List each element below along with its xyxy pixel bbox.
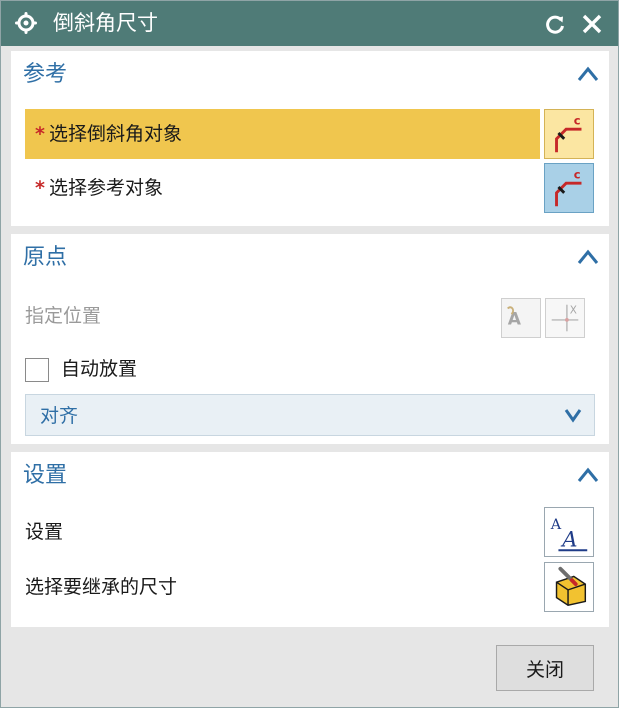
inherit-dimension-icon: [555, 566, 587, 607]
text-origin-button[interactable]: A: [501, 298, 541, 338]
close-icon[interactable]: [581, 13, 603, 35]
point-dialog-button[interactable]: X: [545, 298, 585, 338]
settings-section: 设置 设置 A A 选择要继承的尺寸: [11, 452, 609, 627]
point-dialog-icon: X: [551, 304, 579, 332]
alignment-value: 对齐: [40, 405, 79, 427]
svg-text:c: c: [574, 113, 581, 127]
inherit-dimension-button[interactable]: [544, 562, 594, 612]
chevron-up-icon[interactable]: [577, 466, 599, 484]
chevron-up-icon[interactable]: [577, 248, 599, 266]
chamfer-dimension-dialog: 倒斜角尺寸 参考 * 选择倒斜角对象 c * 选择参考对象 c 原点 指定位置 …: [0, 0, 619, 708]
dialog-title: 倒斜角尺寸: [53, 11, 158, 35]
settings-button[interactable]: A A: [544, 507, 594, 557]
required-marker: *: [35, 123, 45, 145]
select-chamfer-object-label: 选择倒斜角对象: [48, 123, 182, 145]
svg-text:A: A: [550, 517, 562, 533]
section-title-reference[interactable]: 参考: [23, 61, 67, 89]
reset-icon[interactable]: [544, 13, 566, 35]
svg-text:X: X: [570, 304, 577, 316]
select-chamfer-object-button[interactable]: c: [544, 109, 594, 159]
origin-section: 原点 指定位置 A X 自动放置 对齐: [11, 234, 609, 444]
svg-text:A: A: [560, 526, 577, 551]
auto-place-checkbox[interactable]: [25, 358, 49, 382]
select-reference-object-label: 选择参考对象: [48, 177, 163, 199]
chevron-down-icon: [564, 409, 582, 423]
chamfer-select-icon: c: [555, 113, 582, 153]
specify-location-label: 指定位置: [25, 305, 102, 327]
text-style-icon: A A: [550, 517, 588, 551]
inherit-dimension-label: 选择要继承的尺寸: [25, 576, 178, 598]
close-button[interactable]: 关闭: [496, 645, 594, 691]
required-marker: *: [35, 177, 45, 199]
select-chamfer-object-row[interactable]: * 选择倒斜角对象: [25, 109, 540, 159]
chamfer-reference-icon: c: [555, 167, 582, 207]
settings-label: 设置: [25, 521, 64, 543]
svg-text:c: c: [574, 167, 581, 181]
auto-place-label: 自动放置: [61, 358, 138, 380]
text-origin-icon: A: [507, 306, 522, 330]
svg-text:A: A: [508, 310, 522, 330]
alignment-dropdown[interactable]: 对齐: [25, 394, 595, 436]
chevron-up-icon[interactable]: [577, 65, 599, 83]
reference-section: 参考 * 选择倒斜角对象 c * 选择参考对象 c: [11, 51, 609, 226]
gear-icon[interactable]: [15, 12, 37, 34]
title-bar[interactable]: 倒斜角尺寸: [1, 1, 618, 46]
section-title-settings[interactable]: 设置: [23, 462, 67, 490]
section-title-origin[interactable]: 原点: [23, 244, 67, 272]
select-reference-object-button[interactable]: c: [544, 163, 594, 213]
